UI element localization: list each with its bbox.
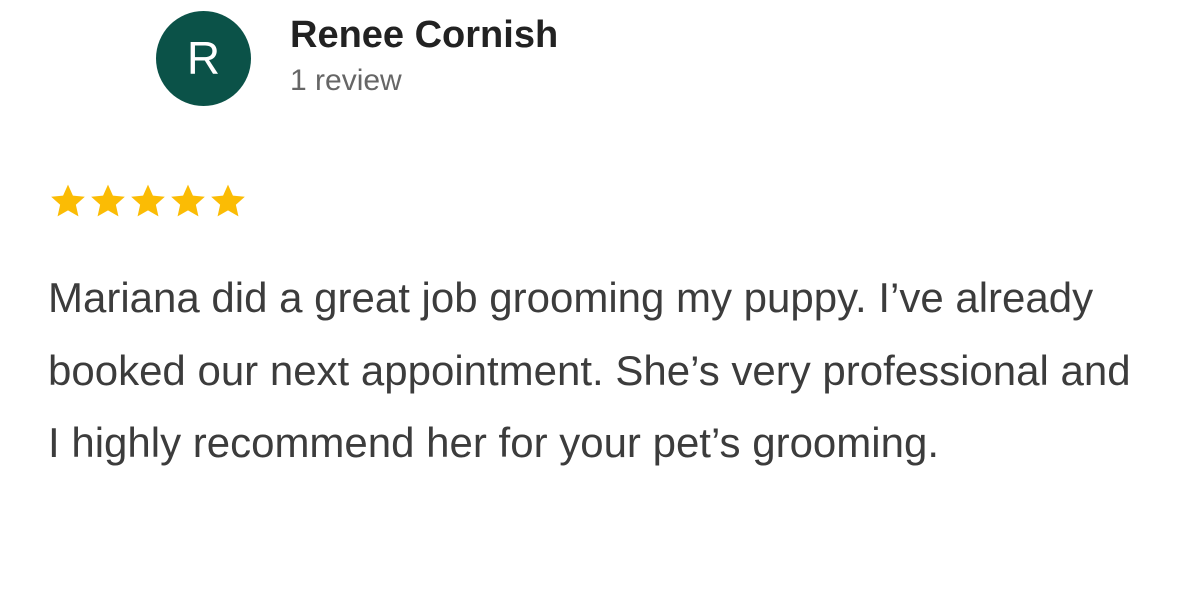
star-rating xyxy=(48,181,248,221)
review-text: Mariana did a great job grooming my pupp… xyxy=(48,274,1131,466)
star-icon xyxy=(91,184,125,217)
reviewer-name[interactable]: Renee Cornish xyxy=(290,14,558,57)
review-count[interactable]: 1 review xyxy=(290,64,402,98)
avatar[interactable]: R xyxy=(156,11,251,106)
star-icon xyxy=(171,184,205,217)
star-icon xyxy=(131,184,165,217)
star-icon xyxy=(211,184,245,217)
star-icon xyxy=(51,184,85,217)
